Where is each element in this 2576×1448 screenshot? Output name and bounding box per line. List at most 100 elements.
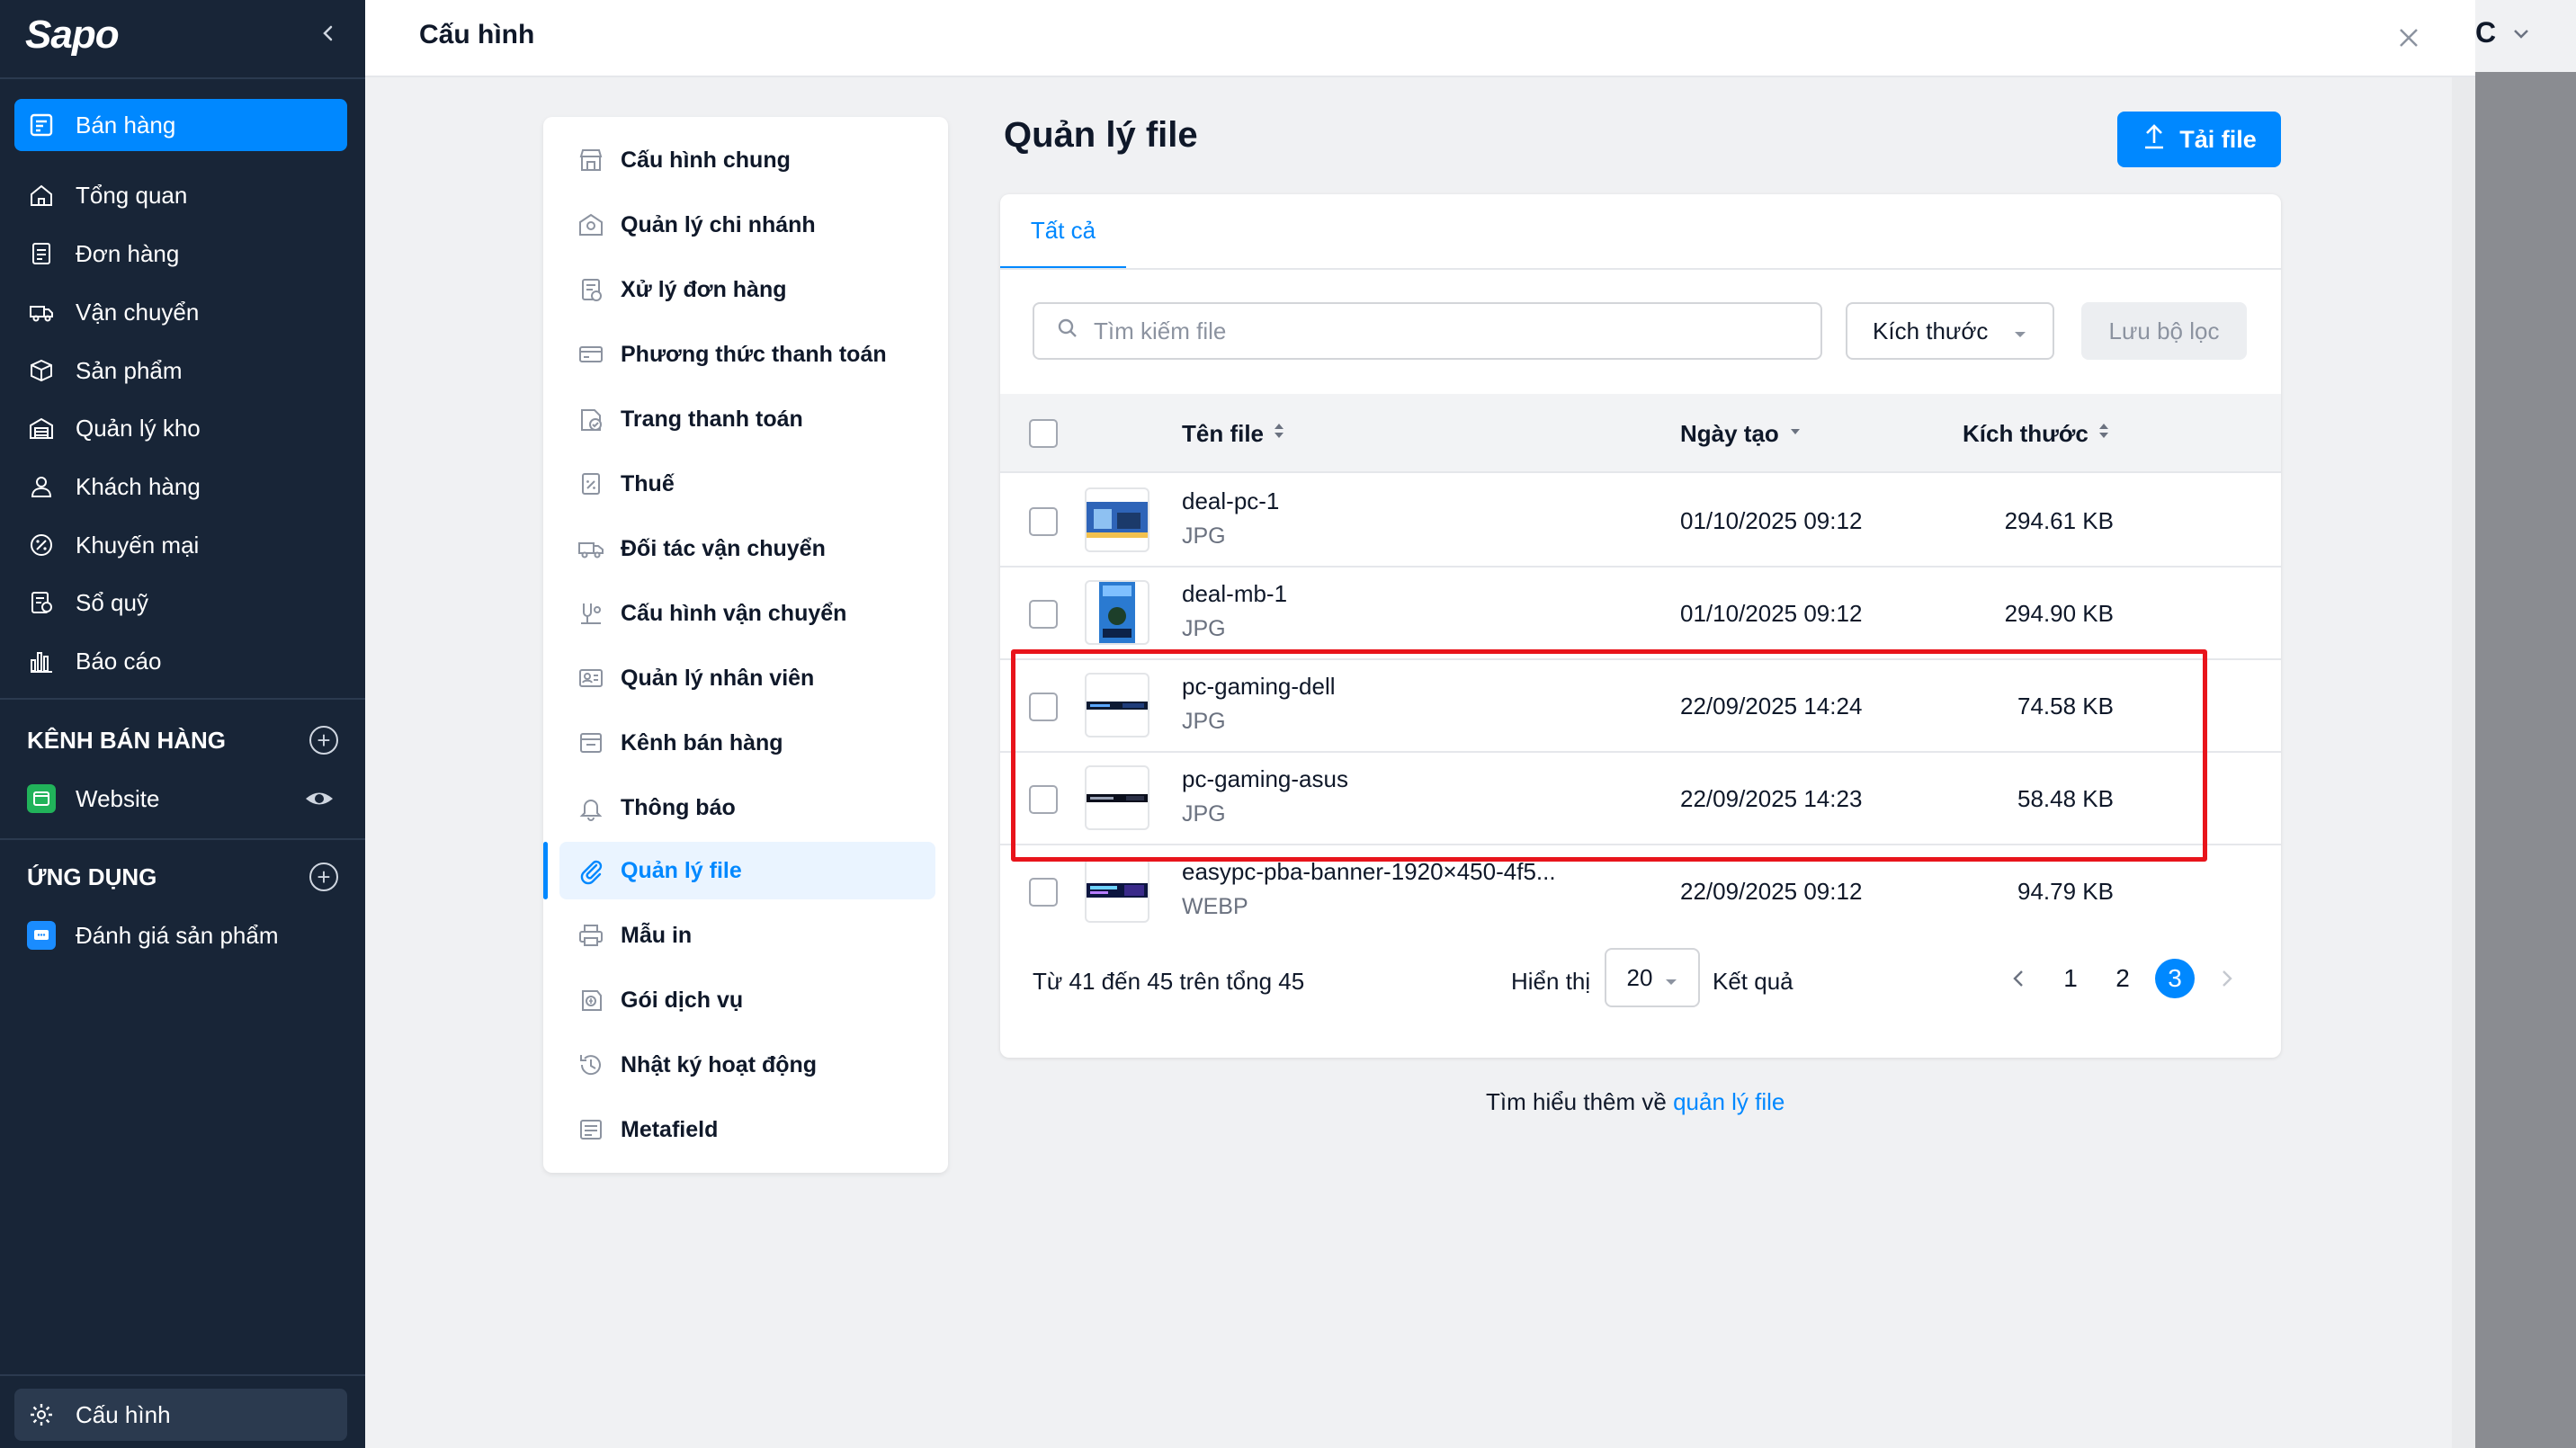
sidebar-item-website[interactable]: Website [14, 773, 347, 825]
file-name[interactable]: deal-pc-1 [1182, 487, 1279, 515]
sidebar-item-label: Bán hàng [76, 111, 176, 139]
close-icon[interactable] [2389, 18, 2428, 58]
caret-down-icon [2013, 317, 2027, 345]
table-row[interactable]: pc-gaming-asus JPG 22/09/2025 14:23 58.4… [1000, 753, 2281, 845]
table-row[interactable]: deal-pc-1 JPG 01/10/2025 09:12 294.61 KB [1000, 475, 2281, 568]
menu-item-label: Xử lý đơn hàng [621, 276, 787, 302]
file-name[interactable]: pc-gaming-asus [1182, 765, 1348, 793]
next-page-icon[interactable] [2207, 959, 2247, 998]
upload-file-button[interactable]: Tải file [2117, 112, 2281, 167]
menu-item-thue[interactable]: Thuế [543, 455, 948, 513]
review-icon [27, 921, 56, 950]
menu-item-nhat-ky-hoat-dong[interactable]: Nhật ký hoạt động [543, 1036, 948, 1094]
table-row[interactable]: deal-mb-1 JPG 01/10/2025 09:12 294.90 KB [1000, 568, 2281, 660]
search-input[interactable]: Tìm kiếm file [1033, 302, 1822, 360]
divider [0, 1374, 365, 1376]
eye-icon[interactable] [304, 785, 335, 812]
page-button[interactable]: 2 [2103, 959, 2142, 998]
add-app-icon[interactable]: + [309, 863, 338, 891]
history-icon [576, 1050, 606, 1080]
sidebar-item-cau-hinh[interactable]: Cấu hình [14, 1389, 347, 1441]
sidebar-item-label: Tổng quan [76, 181, 188, 209]
divider [0, 698, 365, 700]
sidebar-item-khuyen-mai[interactable]: Khuyến mại [14, 519, 347, 571]
menu-item-xu-ly-don-hang[interactable]: Xử lý đơn hàng [543, 261, 948, 318]
file-name[interactable]: deal-mb-1 [1182, 580, 1287, 608]
sidebar-item-bao-cao[interactable]: Báo cáo [14, 635, 347, 687]
row-checkbox[interactable] [1029, 693, 1058, 721]
row-checkbox[interactable] [1029, 785, 1058, 814]
menu-item-cau-hinh-van-chuyen[interactable]: Cấu hình vận chuyển [543, 585, 948, 642]
file-type: JPG [1182, 616, 1226, 641]
menu-item-metafield[interactable]: Metafield [543, 1101, 948, 1158]
page-size-select[interactable]: 20 [1605, 948, 1700, 1007]
sidebar-item-quan-ly-kho[interactable]: Quản lý kho [14, 402, 347, 454]
table-row[interactable]: easypc-pba-banner-1920×450-4f5... WEBP 2… [1000, 845, 2281, 938]
menu-item-thong-bao[interactable]: Thông báo [543, 779, 948, 836]
row-checkbox[interactable] [1029, 600, 1058, 629]
truck-icon [27, 298, 56, 326]
row-checkbox[interactable] [1029, 878, 1058, 907]
row-checkbox[interactable] [1029, 507, 1058, 536]
file-size: 294.90 KB [2004, 600, 2114, 627]
settings-modal: Cấu hình Cấu hình chung Quản lý chi nhán… [365, 0, 2475, 1448]
menu-item-trang-thanh-toan[interactable]: Trang thanh toán [543, 390, 948, 448]
menu-item-quan-ly-file[interactable]: Quản lý file [543, 842, 948, 899]
sidebar-item-san-pham[interactable]: Sản phẩm [14, 344, 347, 397]
menu-item-quan-ly-chi-nhanh[interactable]: Quản lý chi nhánh [543, 196, 948, 254]
menu-item-doi-tac-van-chuyen[interactable]: Đối tác vận chuyển [543, 520, 948, 577]
menu-item-kenh-ban-hang[interactable]: Kênh bán hàng [543, 714, 948, 772]
menu-item-quan-ly-nhan-vien[interactable]: Quản lý nhân viên [543, 649, 948, 707]
gear-icon [27, 1400, 56, 1429]
printer-icon [576, 920, 606, 951]
size-filter-dropdown[interactable]: Kích thước [1846, 302, 2054, 360]
page-button-current[interactable]: 3 [2155, 959, 2195, 998]
column-date[interactable]: Ngày tạo [1680, 394, 1802, 473]
sidebar-item-tong-quan[interactable]: Tổng quan [14, 169, 347, 221]
orders-icon [27, 239, 56, 268]
collapse-sidebar-icon[interactable] [315, 20, 342, 47]
menu-item-label: Cấu hình vận chuyển [621, 600, 847, 626]
column-size[interactable]: Kích thước [1963, 394, 2110, 473]
menu-item-goi-dich-vu[interactable]: Gói dịch vụ [543, 971, 948, 1029]
sidebar-item-khach-hang[interactable]: Khách hàng [14, 460, 347, 513]
file-thumbnail [1085, 858, 1149, 923]
save-filter-button[interactable]: Lưu bộ lọc [2081, 302, 2247, 360]
menu-item-label: Quản lý chi nhánh [621, 211, 816, 237]
size-filter-label: Kích thước [1873, 317, 1989, 344]
page-size-value: 20 [1626, 963, 1653, 991]
sidebar-item-don-hang[interactable]: Đơn hàng [14, 228, 347, 280]
sapo-logo[interactable]: Sapo [25, 13, 120, 58]
select-all-checkbox[interactable] [1029, 419, 1058, 448]
file-name[interactable]: easypc-pba-banner-1920×450-4f5... [1182, 858, 1556, 886]
menu-item-phuong-thuc-thanh-toan[interactable]: Phương thức thanh toán [543, 326, 948, 383]
home-icon [27, 181, 56, 210]
menu-item-label: Thuế [621, 470, 675, 496]
tax-icon [576, 469, 606, 499]
menu-item-cau-hinh-chung[interactable]: Cấu hình chung [543, 131, 948, 189]
column-size-label: Kích thước [1963, 419, 2089, 447]
page-title: Quản lý file [1004, 115, 1198, 155]
column-name[interactable]: Tên file [1182, 394, 1285, 473]
file-size: 74.58 KB [2017, 693, 2114, 720]
tab-all[interactable]: Tất cả [1000, 194, 1126, 270]
sidebar-item-van-chuyen[interactable]: Vận chuyển [14, 286, 347, 338]
add-channel-icon[interactable]: + [309, 726, 338, 755]
sidebar-item-so-quy[interactable]: Sổ quỹ [14, 577, 347, 629]
learn-more-link[interactable]: quản lý file [1673, 1088, 1784, 1115]
branch-icon [576, 210, 606, 240]
sidebar-item-danh-gia-san-pham[interactable]: Đánh giá sản phẩm [14, 909, 347, 961]
prev-page-icon[interactable] [1999, 959, 2038, 998]
settings-menu: Cấu hình chung Quản lý chi nhánh Xử lý đ… [543, 117, 948, 1173]
menu-item-mau-in[interactable]: Mẫu in [543, 907, 948, 964]
tabs-divider [1000, 268, 2281, 270]
file-name[interactable]: pc-gaming-dell [1182, 673, 1336, 701]
chevron-down-icon [2508, 20, 2535, 47]
table-row[interactable]: pc-gaming-dell JPG 22/09/2025 14:24 74.5… [1000, 660, 2281, 753]
channels-heading-label: KÊNH BÁN HÀNG [27, 726, 226, 754]
sidebar-item-ban-hang[interactable]: Bán hàng [14, 99, 347, 151]
file-thumbnail [1085, 487, 1149, 552]
modal-scrollbar[interactable] [2452, 77, 2475, 1448]
card-icon [576, 339, 606, 370]
page-button[interactable]: 1 [2051, 959, 2090, 998]
